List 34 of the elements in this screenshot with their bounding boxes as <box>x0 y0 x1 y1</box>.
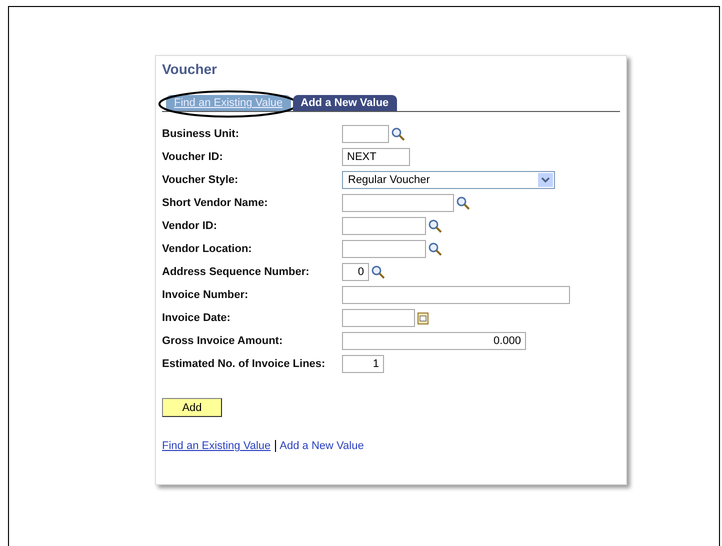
calendar-icon[interactable] <box>417 311 429 325</box>
input-field[interactable] <box>342 217 426 235</box>
field-label: Voucher Style: <box>162 174 240 186</box>
input-field[interactable] <box>342 194 454 212</box>
search-icon[interactable] <box>391 127 405 141</box>
input-field[interactable] <box>342 286 570 304</box>
input-field[interactable]: 0.000 <box>342 332 526 350</box>
link[interactable]: Find an Existing Value <box>162 440 271 452</box>
search-icon[interactable] <box>428 219 442 233</box>
input-field[interactable]: 0 <box>342 263 369 281</box>
input-field[interactable] <box>342 125 389 143</box>
dropdown-caret-icon[interactable] <box>538 173 553 187</box>
field-label: Voucher ID: <box>162 151 224 163</box>
search-icon[interactable] <box>428 242 442 256</box>
field-label: Vendor ID: <box>162 220 218 232</box>
search-icon[interactable] <box>371 265 385 279</box>
link[interactable]: Add a New Value <box>280 440 364 452</box>
voucher-style-dropdown[interactable]: Regular Voucher <box>342 171 555 189</box>
field-label: Address Sequence Number: <box>162 266 310 278</box>
input-field[interactable] <box>342 309 415 327</box>
field-label: Short Vendor Name: <box>162 197 269 209</box>
panel-title: Voucher <box>162 61 218 79</box>
input-field[interactable]: NEXT <box>342 148 410 166</box>
field-label: Business Unit: <box>162 128 240 140</box>
field-label: Estimated No. of Invoice Lines: <box>162 358 326 370</box>
input-field[interactable] <box>342 240 426 258</box>
field-label: Invoice Number: <box>162 289 250 301</box>
field-label: Vendor Location: <box>162 243 253 255</box>
input-field[interactable]: 1 <box>342 355 384 373</box>
add-button[interactable]: Add <box>162 398 222 417</box>
tab[interactable]: Add a New Value <box>292 95 397 111</box>
search-icon[interactable] <box>456 196 470 210</box>
field-label: Invoice Date: <box>162 312 232 324</box>
field-label: Gross Invoice Amount: <box>162 335 284 347</box>
